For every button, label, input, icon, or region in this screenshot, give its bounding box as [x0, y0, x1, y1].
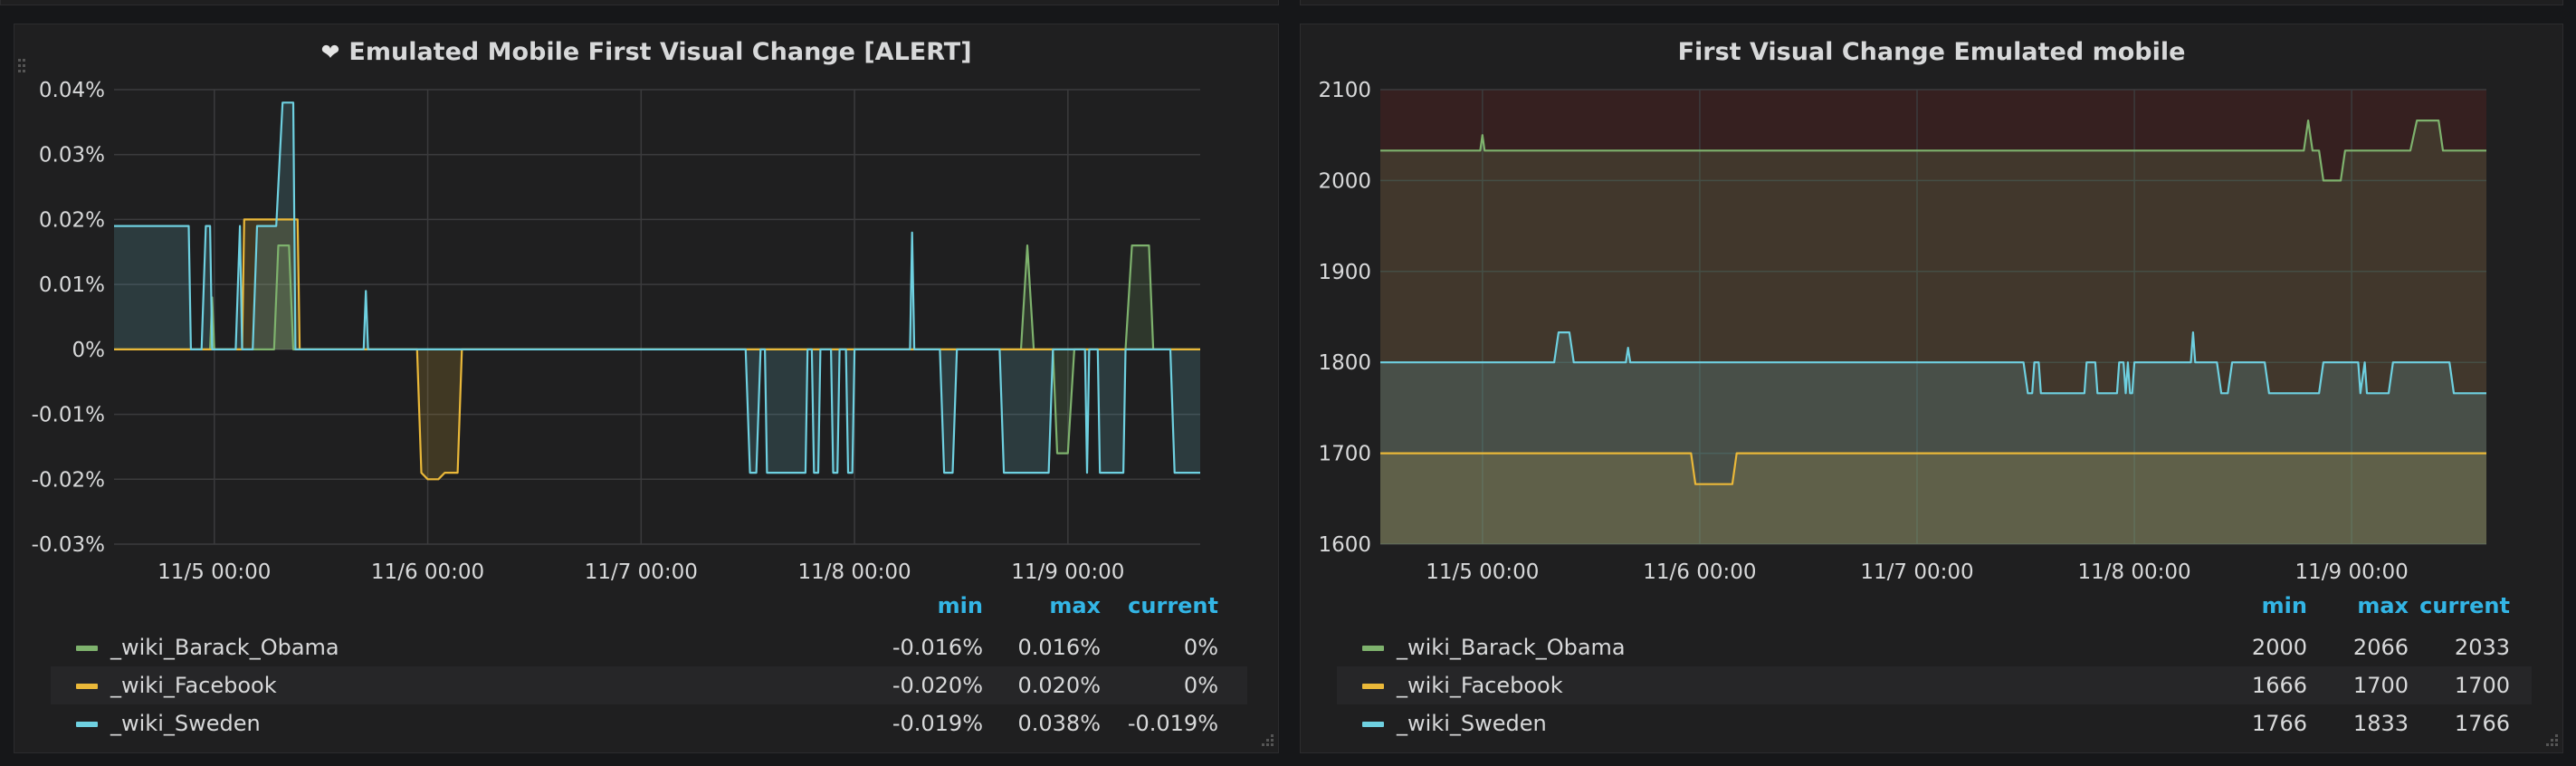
legend-row[interactable]: _wiki_Barack_Obama -0.016% 0.016% 0%	[51, 628, 1247, 666]
legend-row[interactable]: _wiki_Sweden -0.019% 0.038% -0.019%	[51, 704, 1247, 742]
x-tick-label: 11/7 00:00	[585, 560, 698, 584]
legend-header-current[interactable]: current	[2409, 593, 2510, 618]
legend-current-value: 0%	[1183, 673, 1218, 698]
y-tick-label: -0.03%	[32, 533, 105, 557]
legend-max-value: 1833	[2352, 711, 2409, 736]
legend-min-value: -0.016%	[892, 635, 983, 660]
graph-plot[interactable]: 2100 2000 1900 1800 1700 1600 11/5 00:00 11/6 0…	[1301, 24, 2564, 586]
legend-header-current[interactable]: current	[1101, 593, 1218, 618]
legend-min-value: 2000	[2251, 635, 2307, 660]
legend-current-value: 1700	[2454, 673, 2510, 698]
legend-series-name[interactable]: _wiki_Sweden	[1397, 704, 1547, 742]
panel-top-strip-right	[1300, 0, 2563, 5]
y-tick-label: 0%	[72, 339, 106, 362]
legend-series-name[interactable]: _wiki_Facebook	[110, 666, 277, 704]
legend-swatch[interactable]	[76, 722, 98, 727]
y-tick-label: 1600	[1318, 533, 1371, 557]
legend-max-value: 1700	[2352, 673, 2409, 698]
legend-series-name[interactable]: _wiki_Barack_Obama	[1397, 628, 1626, 666]
x-tick-label: 11/6 00:00	[1643, 560, 1756, 584]
x-tick-label: 11/7 00:00	[1860, 560, 1973, 584]
legend-series-name[interactable]: _wiki_Facebook	[1397, 666, 1563, 704]
y-tick-label: 0.04%	[39, 79, 105, 102]
y-tick-label: 0.01%	[39, 273, 105, 297]
y-tick-label: 0.03%	[39, 144, 105, 168]
legend-header-min[interactable]: min	[2206, 593, 2307, 618]
y-tick-label: 1700	[1318, 443, 1371, 466]
panel-top-strip-left	[0, 0, 1279, 5]
y-tick-label: -0.02%	[32, 468, 105, 492]
legend-min-value: 1666	[2251, 673, 2307, 698]
legend-current-value: 0%	[1183, 635, 1218, 660]
resize-handle-icon[interactable]	[2543, 732, 2559, 749]
graph-plot[interactable]: 0.04% 0.03% 0.02% 0.01% 0% -0.01% -0.02% -0.03%…	[14, 24, 1280, 586]
legend-min-value: -0.020%	[892, 673, 983, 698]
legend-swatch[interactable]	[76, 646, 98, 651]
legend-series-name[interactable]: _wiki_Sweden	[110, 704, 261, 742]
graph-panel[interactable]: First Visual Change Emulated mobile 2100…	[1300, 24, 2563, 753]
legend-max-value: 0.038%	[1017, 711, 1101, 736]
x-tick-label: 11/8 00:00	[2077, 560, 2190, 584]
legend-swatch[interactable]	[1362, 646, 1384, 651]
legend-swatch[interactable]	[1362, 722, 1384, 727]
graph-panel-alert[interactable]: ❤ Emulated Mobile First Visual Change [AL…	[14, 24, 1279, 753]
legend-min-value: 1766	[2251, 711, 2307, 736]
x-tick-label: 11/8 00:00	[797, 560, 911, 584]
x-tick-label: 11/9 00:00	[2295, 560, 2409, 584]
x-tick-label: 11/9 00:00	[1011, 560, 1124, 584]
legend-row[interactable]: _wiki_Sweden 1766 1833 1766	[1337, 704, 2532, 742]
legend-header-min[interactable]: min	[883, 593, 983, 618]
y-tick-label: 2000	[1318, 169, 1371, 193]
legend-min-value: -0.019%	[892, 711, 983, 736]
legend-max-value: 0.020%	[1017, 673, 1101, 698]
resize-handle-icon[interactable]	[1258, 732, 1274, 749]
y-tick-label: 1900	[1318, 261, 1371, 284]
y-tick-label: 0.02%	[39, 208, 105, 232]
legend-row[interactable]: _wiki_Facebook 1666 1700 1700	[1337, 666, 2532, 704]
legend-max-value: 0.016%	[1017, 635, 1101, 660]
legend-swatch[interactable]	[1362, 684, 1384, 689]
legend-current-value: -0.019%	[1127, 711, 1218, 736]
legend-row[interactable]: _wiki_Facebook -0.020% 0.020% 0%	[51, 666, 1247, 704]
x-tick-label: 11/5 00:00	[157, 560, 271, 584]
x-tick-label: 11/5 00:00	[1426, 560, 1539, 584]
legend-swatch[interactable]	[76, 684, 98, 689]
legend-current-value: 1766	[2454, 711, 2510, 736]
legend-row[interactable]: _wiki_Barack_Obama 2000 2066 2033	[1337, 628, 2532, 666]
y-tick-label: 1800	[1318, 351, 1371, 375]
y-tick-label: 2100	[1318, 79, 1371, 102]
y-tick-label: -0.01%	[32, 404, 105, 427]
legend-current-value: 2033	[2454, 635, 2510, 660]
legend-header-max[interactable]: max	[2307, 593, 2409, 618]
legend-header-max[interactable]: max	[992, 593, 1101, 618]
x-tick-label: 11/6 00:00	[371, 560, 484, 584]
legend-series-name[interactable]: _wiki_Barack_Obama	[110, 628, 339, 666]
legend-max-value: 2066	[2352, 635, 2409, 660]
